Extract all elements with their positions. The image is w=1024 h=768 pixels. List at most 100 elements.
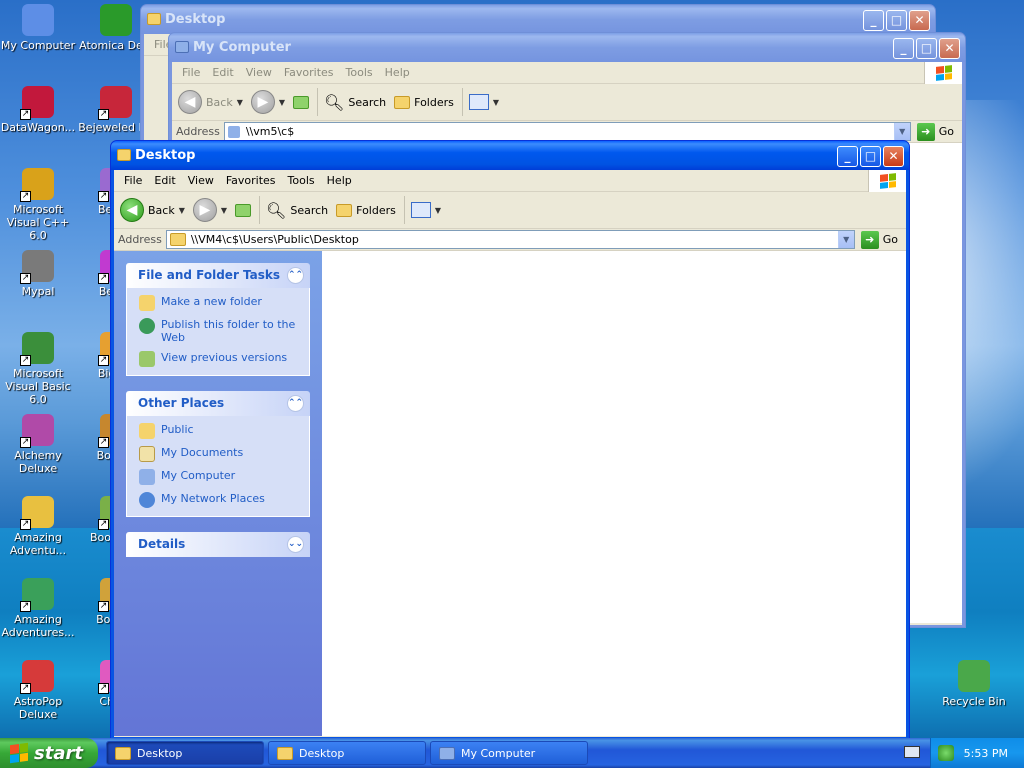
menu-favorites[interactable]: Favorites: [278, 66, 340, 79]
back-button[interactable]: ◀ Back ▼: [120, 198, 185, 222]
back-button[interactable]: ◀ Back ▼: [178, 90, 243, 114]
toolbar: ◀ Back ▼ ▶ ▼ 🔍︎ Search Folders ▼: [172, 84, 962, 121]
system-tray: 5:53 PM: [930, 738, 1024, 768]
shortcut-arrow-icon: ↗: [20, 273, 31, 284]
chevron-down-icon[interactable]: ▼: [893, 123, 910, 140]
minimize-button[interactable]: _: [893, 38, 914, 59]
shortcut-arrow-icon: ↗: [20, 601, 31, 612]
search-icon: 🔍︎: [266, 200, 287, 220]
desktop-icon-astropop[interactable]: ↗ AstroPop Deluxe: [0, 660, 76, 721]
search-icon: 🔍︎: [324, 92, 345, 112]
chevron-down-icon[interactable]: ▼: [837, 231, 854, 248]
forward-button[interactable]: ▶ ▼: [192, 198, 227, 222]
desktop-icon-label: AstroPop Deluxe: [13, 695, 63, 721]
collapse-chevron-icon[interactable]: ⌃⌃: [287, 395, 304, 412]
search-button[interactable]: 🔍︎ Search: [266, 201, 328, 220]
folders-button[interactable]: Folders: [336, 203, 396, 217]
views-button[interactable]: ▼: [410, 202, 441, 218]
up-folder-button[interactable]: [293, 95, 310, 109]
desktop-icon-mypal[interactable]: ↗ Mypal: [0, 250, 76, 298]
folders-button[interactable]: Folders: [394, 95, 454, 109]
maximize-button[interactable]: □: [916, 38, 937, 59]
title-bar[interactable]: Desktop _ □ ✕: [111, 141, 909, 170]
amazing-adventures2-icon: ↗: [20, 578, 54, 612]
place-my-network-places[interactable]: My Network Places: [139, 492, 299, 508]
menu-edit[interactable]: Edit: [148, 174, 181, 187]
menu-tools[interactable]: Tools: [340, 66, 379, 79]
task-publish-to-web[interactable]: Publish this folder to the Web: [139, 318, 299, 344]
views-button[interactable]: ▼: [468, 94, 499, 110]
up-folder-button[interactable]: [235, 203, 252, 217]
place-my-computer[interactable]: My Computer: [139, 469, 299, 485]
desktop-icon-visual-basic[interactable]: ↗ Microsoft Visual Basic 6.0: [0, 332, 76, 406]
taskbar-item-desktop[interactable]: Desktop: [268, 741, 426, 765]
minimize-button[interactable]: _: [837, 146, 858, 167]
go-button[interactable]: ➜ Go: [911, 122, 962, 141]
panel-header[interactable]: Other Places ⌃⌃: [126, 391, 310, 416]
taskbar-item-my-computer[interactable]: My Computer: [430, 741, 588, 765]
desktop-icon-visual-cpp[interactable]: ↗ Microsoft Visual C++ 6.0: [0, 168, 76, 242]
clock[interactable]: 5:53 PM: [964, 747, 1008, 760]
network-status-icon[interactable]: [937, 745, 954, 761]
menu-file[interactable]: File: [176, 66, 206, 79]
folder-contents-area[interactable]: [322, 251, 906, 736]
desktop-icon-amazing-adventures[interactable]: ↗ Amazing Adventu...: [0, 496, 76, 557]
my-computer-icon: [439, 746, 455, 760]
taskbar-item-desktop-active[interactable]: Desktop: [106, 741, 264, 765]
close-button[interactable]: ✕: [883, 146, 904, 167]
start-button[interactable]: start: [0, 738, 98, 768]
menu-help[interactable]: Help: [321, 174, 358, 187]
recycle-bin-icon: [958, 660, 990, 692]
menu-edit[interactable]: Edit: [206, 66, 239, 79]
address-input[interactable]: \\VM4\c$\Users\Public\Desktop ▼: [165, 230, 855, 249]
address-input[interactable]: \\vm5\c$ ▼: [223, 122, 911, 141]
desktop-icon-datawagon[interactable]: ↗ DataWagon...: [0, 86, 76, 134]
window-desktop[interactable]: Desktop _ □ ✕ File Edit View Favorites Tools…: [110, 140, 910, 740]
task-make-new-folder[interactable]: Make a new folder: [139, 295, 299, 311]
mypal-icon: ↗: [20, 250, 54, 284]
close-button[interactable]: ✕: [939, 38, 960, 59]
menu-view[interactable]: View: [182, 174, 220, 187]
up-folder-icon: [235, 203, 252, 217]
menu-view[interactable]: View: [240, 66, 278, 79]
address-value: \\VM4\c$\Users\Public\Desktop: [190, 233, 359, 246]
expand-chevron-icon[interactable]: ⌄⌄: [287, 536, 304, 553]
maximize-button[interactable]: □: [860, 146, 881, 167]
desktop-icon-label: My Computer: [0, 39, 76, 52]
shortcut-arrow-icon: ↗: [20, 355, 31, 366]
panel-header[interactable]: File and Folder Tasks ⌃⌃: [126, 263, 310, 288]
shortcut-arrow-icon: ↗: [20, 437, 31, 448]
desktop-icon-alchemy[interactable]: ↗ Alchemy Deluxe: [0, 414, 76, 475]
menu-help[interactable]: Help: [379, 66, 416, 79]
folders-icon: [336, 203, 353, 217]
task-view-previous-versions[interactable]: View previous versions: [139, 351, 299, 367]
collapse-chevron-icon[interactable]: ⌃⌃: [287, 267, 304, 284]
search-button[interactable]: 🔍︎ Search: [324, 93, 386, 112]
keyboard-icon[interactable]: [904, 746, 920, 758]
visual-basic-icon: ↗: [20, 332, 54, 366]
visual-cpp-icon: ↗: [20, 168, 54, 202]
address-value: \\vm5\c$: [245, 125, 295, 138]
desktop-icon-recycle-bin[interactable]: Recycle Bin: [936, 660, 1012, 708]
menu-favorites[interactable]: Favorites: [220, 174, 282, 187]
menu-bar: File Edit View Favorites Tools Help: [172, 62, 962, 84]
desktop-icon-amazing-adventures2[interactable]: ↗ Amazing Adventures...: [0, 578, 76, 639]
title-bar[interactable]: My Computer _ □ ✕: [169, 33, 965, 62]
shortcut-arrow-icon: ↗: [20, 191, 31, 202]
new-folder-icon: [139, 295, 155, 311]
place-my-documents[interactable]: My Documents: [139, 446, 299, 462]
forward-button[interactable]: ▶ ▼: [250, 90, 285, 114]
menu-file[interactable]: File: [118, 174, 148, 187]
menu-tools[interactable]: Tools: [282, 174, 321, 187]
close-button[interactable]: ✕: [909, 10, 930, 31]
place-public[interactable]: Public: [139, 423, 299, 439]
minimize-button[interactable]: _: [863, 10, 884, 31]
go-button[interactable]: ➜ Go: [855, 230, 906, 249]
desktop-icon-label: Microsoft Visual C++ 6.0: [6, 203, 70, 242]
desktop-icon-label: Amazing Adventures...: [1, 613, 75, 639]
maximize-button[interactable]: □: [886, 10, 907, 31]
alchemy-icon: ↗: [20, 414, 54, 448]
panel-header[interactable]: Details ⌄⌄: [126, 532, 310, 557]
title-bar[interactable]: Desktop _ □ ✕: [141, 5, 935, 34]
desktop-icon-my-computer[interactable]: My Computer: [0, 4, 76, 52]
